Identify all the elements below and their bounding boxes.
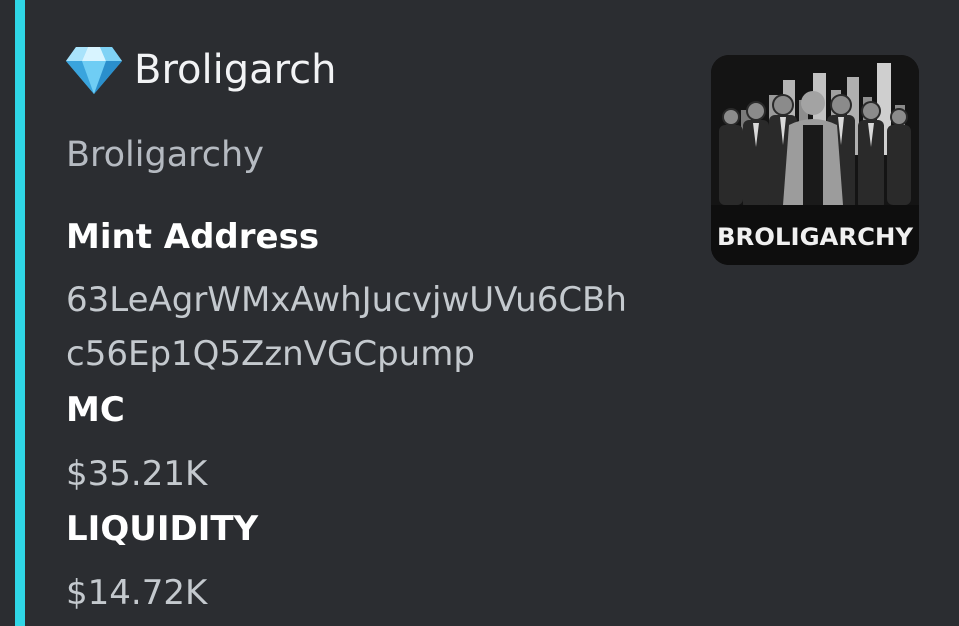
field-name-liquidity: LIQUIDITY: [66, 509, 259, 549]
embed-author: Broligarch: [66, 42, 337, 98]
gem-stone-icon: [66, 47, 122, 94]
field-name-mc: MC: [66, 390, 125, 430]
field-value-liquidity: $14.72K: [66, 573, 208, 613]
thumbnail-artwork: BROLIGARCHY: [711, 55, 919, 265]
thumbnail-caption: BROLIGARCHY: [717, 223, 914, 251]
field-value-mint-address-line1: 63LeAgrWMxAwhJucvjwUVu6CBh: [66, 280, 627, 320]
field-value-mint-address-line2: c56Ep1Q5ZznVGCpump: [66, 334, 475, 374]
token-embed-card: Broligarch Broligarchy Mint Address 63Le…: [0, 0, 959, 626]
embed-thumbnail[interactable]: BROLIGARCHY: [711, 55, 919, 265]
embed-author-name[interactable]: Broligarch: [134, 42, 337, 98]
field-value-mc: $35.21K: [66, 454, 208, 494]
field-name-mint-address: Mint Address: [66, 217, 320, 257]
embed-accent-bar: [15, 0, 25, 626]
embed-title[interactable]: Broligarchy: [66, 132, 264, 178]
